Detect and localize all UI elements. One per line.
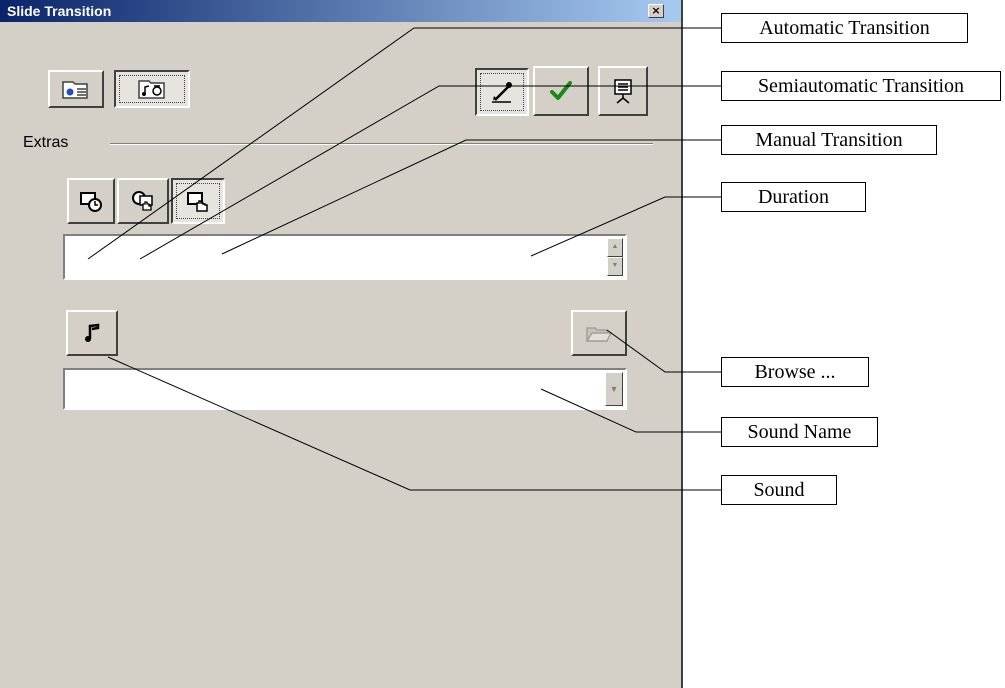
callout-sound-name-text: Sound Name	[747, 420, 852, 443]
callout-duration-text: Duration	[757, 185, 830, 208]
callout-semiautomatic-transition: Semiautomatic Transition	[721, 71, 1001, 101]
callout-automatic-text: Automatic Transition	[759, 16, 930, 39]
leader-browse	[606, 329, 721, 373]
callout-sound: Sound	[721, 475, 837, 505]
leader-semiautomatic	[139, 85, 721, 260]
callout-browse-text: Browse ...	[754, 360, 836, 383]
leader-automatic	[87, 27, 721, 260]
callout-manual-transition: Manual Transition	[721, 125, 937, 155]
leader-duration	[530, 196, 721, 257]
callout-automatic-transition: Automatic Transition	[721, 13, 968, 43]
callout-sound-text: Sound	[753, 478, 805, 501]
callout-sound-name: Sound Name	[721, 417, 878, 447]
callout-browse: Browse ...	[721, 357, 869, 387]
callout-leader-lines	[87, 27, 721, 491]
leader-manual	[221, 139, 721, 255]
callout-semiautomatic-text: Semiautomatic Transition	[757, 74, 965, 97]
callout-manual-text: Manual Transition	[755, 128, 903, 151]
callout-duration: Duration	[721, 182, 866, 212]
leader-sound-name	[540, 388, 721, 433]
leader-sound	[107, 356, 721, 491]
